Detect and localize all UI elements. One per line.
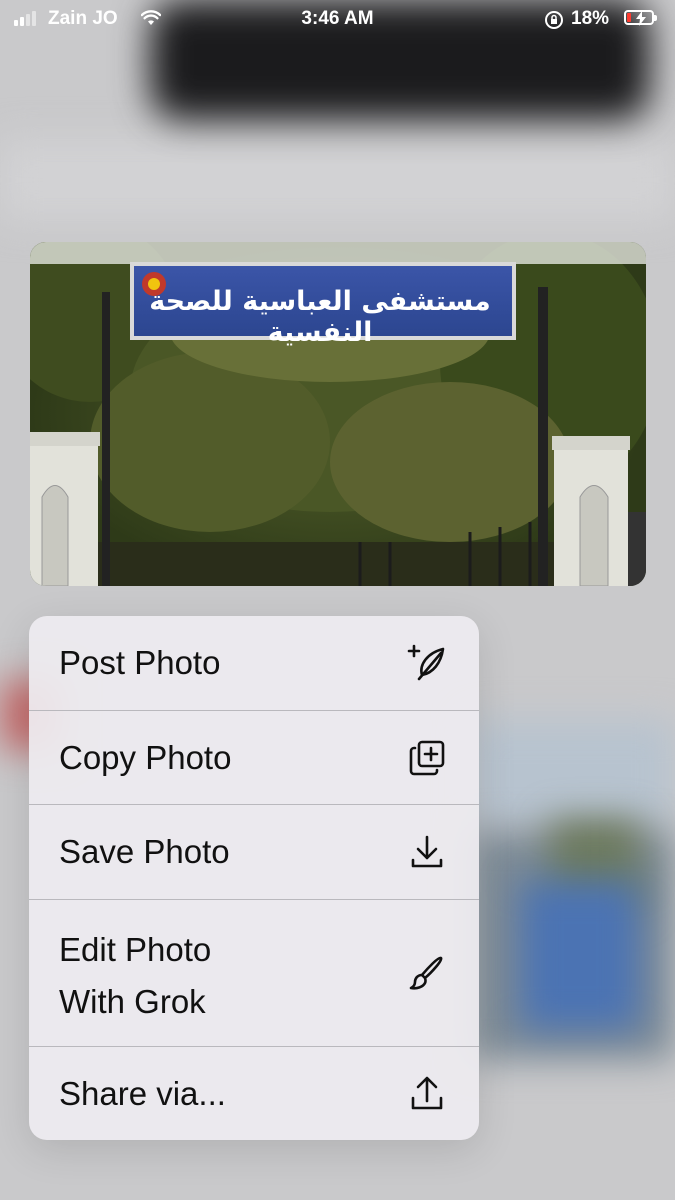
share-via-label: Share via... — [59, 1074, 226, 1112]
edit-photo-with-grok-label: Edit Photo With Grok — [59, 931, 212, 1020]
status-bar: Zain JO 3:46 AM 18% — [0, 0, 675, 40]
save-photo-menu-item[interactable]: Save Photo — [29, 805, 479, 900]
hospital-sign-text: مستشفى العباسية للصحة النفسية — [149, 286, 491, 348]
paintbrush-icon — [405, 951, 449, 995]
edit-photo-with-grok-menu-item[interactable]: Edit Photo With Grok — [29, 900, 479, 1047]
copy-photo-label: Copy Photo — [59, 738, 232, 776]
copy-photo-menu-item[interactable]: Copy Photo — [29, 711, 479, 805]
compose-feather-icon — [405, 641, 449, 685]
share-via-menu-item[interactable]: Share via... — [29, 1047, 479, 1140]
copy-add-icon — [405, 736, 449, 780]
share-icon — [405, 1072, 449, 1116]
orientation-lock-icon — [544, 10, 564, 36]
save-photo-label: Save Photo — [59, 833, 230, 870]
post-photo-label: Post Photo — [59, 644, 221, 681]
photo-context-menu: Post Photo Copy Photo Save Photo Edit Ph… — [29, 616, 479, 1140]
download-icon — [405, 830, 449, 874]
battery-icon — [624, 10, 657, 26]
post-photo-menu-item[interactable]: Post Photo — [29, 616, 479, 711]
battery-percent: 18% — [571, 8, 610, 29]
